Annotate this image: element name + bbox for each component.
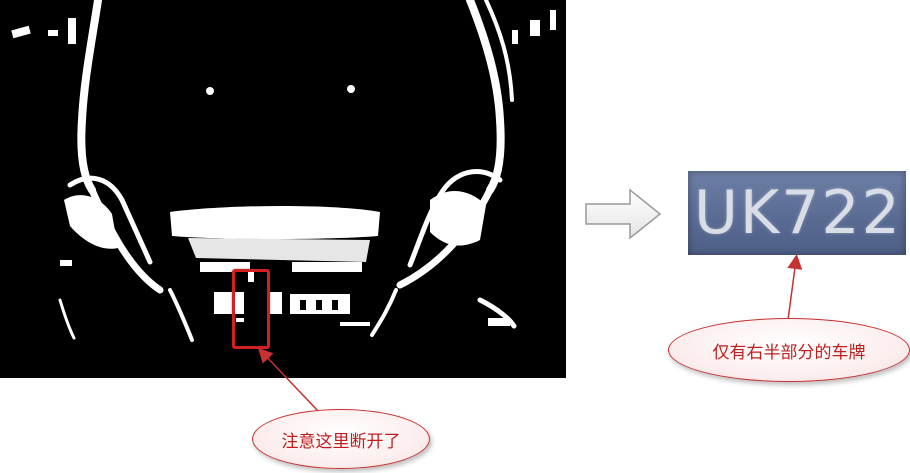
broken-region-highlight: [232, 269, 270, 349]
binary-car-image: [0, 0, 566, 378]
license-plate-crop: UK722: [688, 171, 906, 255]
plate-note-callout: 仅有右半部分的车牌: [668, 318, 910, 382]
plate-characters: UK722: [694, 178, 902, 248]
right-arrow-icon: [585, 188, 662, 240]
plate-note-text: 仅有右半部分的车牌: [712, 342, 866, 363]
plate-note-pointer: [787, 254, 803, 321]
broken-note-callout: 注意这里断开了: [252, 409, 430, 469]
broken-note-text: 注意这里断开了: [281, 431, 401, 452]
car-silhouette-drawing: [11, 0, 556, 342]
